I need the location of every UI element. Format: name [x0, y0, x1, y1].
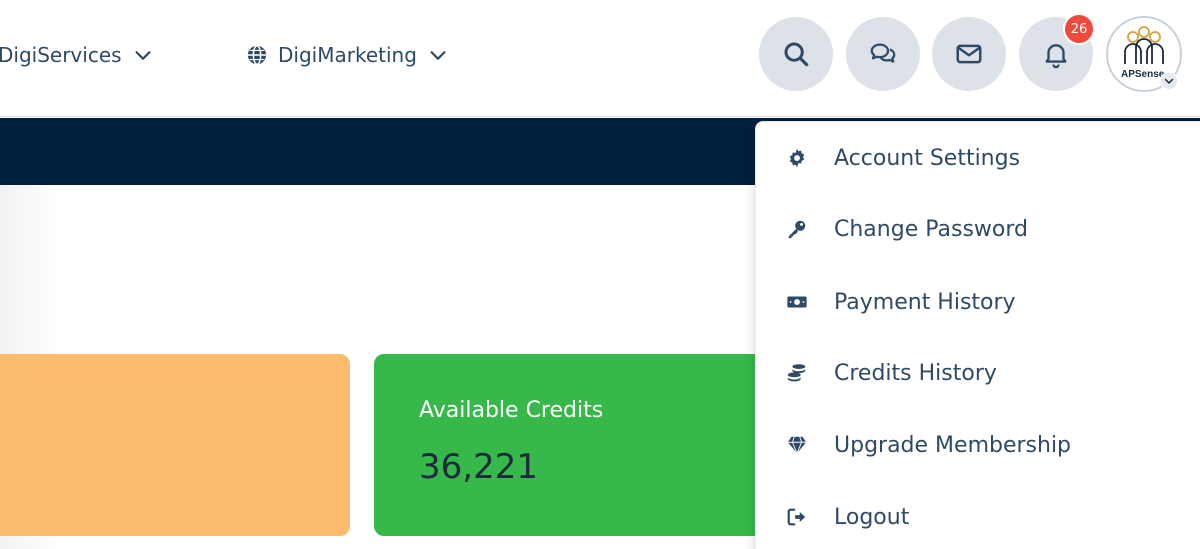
menu-item-label: Logout [834, 504, 910, 530]
menu-item-account-settings[interactable]: Account Settings [756, 128, 1200, 188]
account-dropdown-menu: Account Settings Change Password Payment… [755, 121, 1200, 549]
nav-digimarketing-label: DigiMarketing [278, 43, 417, 67]
stat-card-orange [0, 354, 350, 536]
nav-digiservices[interactable]: DigiServices [0, 38, 154, 72]
globe-icon [247, 45, 267, 65]
menu-item-label: Change Password [834, 216, 1028, 242]
available-credits-value: 36,221 [419, 447, 538, 487]
notification-count-badge: 26 [1063, 13, 1095, 45]
search-icon [784, 42, 809, 67]
menu-item-credits-history[interactable]: Credits History [756, 343, 1200, 403]
menu-item-label: Upgrade Membership [834, 432, 1072, 458]
menu-item-change-password[interactable]: Change Password [756, 199, 1200, 259]
menu-item-label: Account Settings [834, 145, 1021, 171]
menu-item-upgrade-membership[interactable]: Upgrade Membership [756, 415, 1200, 475]
nav-digimarketing[interactable]: DigiMarketing [246, 38, 449, 72]
avatar-dropdown-toggle[interactable] [1160, 72, 1178, 90]
chevron-down-icon [1164, 78, 1174, 84]
envelope-icon [956, 44, 982, 64]
available-credits-label: Available Credits [419, 398, 604, 423]
comments-icon [870, 43, 896, 63]
search-button[interactable] [759, 17, 833, 91]
chevron-down-icon [430, 51, 446, 60]
menu-item-payment-history[interactable]: Payment History [756, 272, 1200, 332]
bell-icon [1045, 44, 1067, 69]
messages-button[interactable] [846, 17, 920, 91]
menu-item-logout[interactable]: Logout [756, 487, 1200, 547]
sign-out-icon [784, 504, 810, 530]
chevron-down-icon [135, 51, 151, 60]
menu-item-label: Payment History [834, 289, 1016, 315]
coins-icon [784, 360, 810, 386]
gear-icon [784, 145, 810, 171]
key-icon [784, 216, 810, 242]
gem-icon [784, 432, 810, 458]
menu-item-label: Credits History [834, 360, 997, 386]
available-credits-card: Available Credits 36,221 [374, 354, 794, 536]
avatar-brand-text: APSense [1121, 69, 1165, 80]
money-bill-icon [784, 289, 810, 315]
mail-button[interactable] [932, 17, 1006, 91]
nav-digiservices-label: DigiServices [0, 43, 122, 67]
